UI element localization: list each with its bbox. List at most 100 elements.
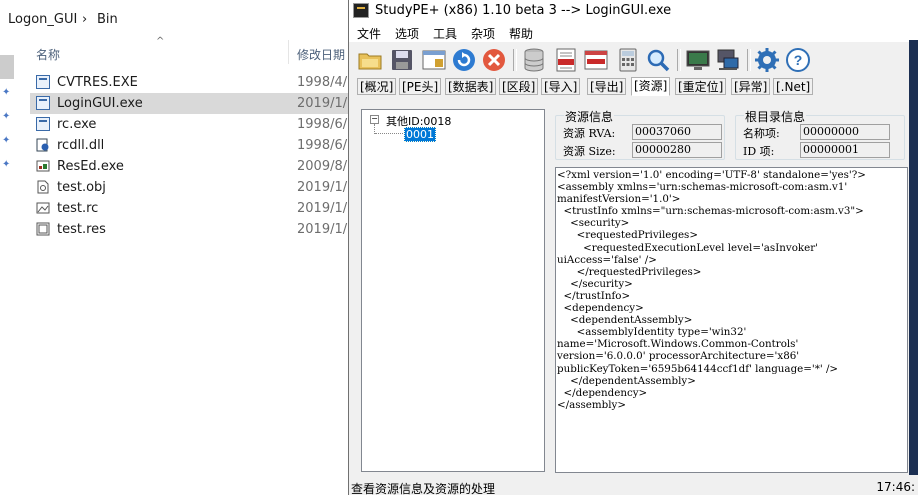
refresh-icon[interactable] (451, 47, 477, 73)
tab-overview[interactable]: [概况] (357, 78, 397, 95)
resource-rva-field[interactable]: 00037060 (632, 124, 722, 140)
breadcrumb-item-bin[interactable]: Bin (97, 12, 118, 27)
calculator-icon[interactable] (615, 47, 641, 73)
tab-pe-header[interactable]: [PE头] (399, 78, 442, 95)
search-icon[interactable] (645, 47, 671, 73)
menu-bar: 文件 选项 工具 杂项 帮助 (349, 22, 918, 42)
file-row-selected[interactable]: LoginGUI.exe 2019/1/1 (30, 93, 355, 114)
status-time: 17:46: (876, 480, 915, 494)
file-list-header: ^ 名称 修改日期 (0, 36, 350, 68)
menu-help[interactable]: 帮助 (509, 25, 533, 42)
svg-text:?: ? (794, 52, 803, 68)
nav-selected-item[interactable] (0, 55, 14, 79)
file-name: LoginGUI.exe (57, 96, 143, 111)
file-row[interactable]: test.rc 2019/1/1 (30, 198, 355, 219)
breadcrumb: Logon_GUI › Bin (0, 7, 350, 35)
resource-size-label: 资源 Size: (563, 145, 616, 158)
tab-relocations[interactable]: [重定位] (675, 78, 727, 95)
root-dir-info-label: 根目录信息 (744, 108, 807, 125)
resource-content-view[interactable]: <?xml version='1.0' encoding='UTF-8' sta… (555, 167, 908, 473)
column-header-modified[interactable]: 修改日期 (297, 46, 345, 63)
resource-rva-label: 资源 RVA: (563, 127, 616, 140)
toolbar-separator (513, 49, 517, 71)
column-header-name[interactable]: 名称 (36, 46, 60, 63)
tree-node-child-selected[interactable]: 0001 (404, 127, 436, 142)
resource-info-group: 资源信息 资源 RVA: 00037060 资源 Size: 00000280 (555, 108, 725, 160)
pin-icon[interactable]: ✦ (2, 159, 10, 170)
pin-icon[interactable]: ✦ (2, 111, 10, 122)
file-date: 2009/8/2 (297, 159, 356, 174)
menu-options[interactable]: 选项 (395, 25, 419, 42)
file-date: 2019/1/1 (297, 180, 356, 195)
manifest-xml-text[interactable]: <?xml version='1.0' encoding='UTF-8' sta… (556, 168, 907, 412)
tab-bar: [概况] [PE头] [数据表] [区段] [导入] [导出] [资源] [重定… (349, 77, 918, 97)
asm-icon[interactable] (553, 47, 579, 73)
studype-window: StudyPE+ (x86) 1.10 beta 3 --> LoginGUI.… (348, 0, 918, 496)
status-text: 查看资源信息及资源的处理 (351, 482, 496, 496)
tab-data-tables[interactable]: [数据表] (445, 78, 497, 95)
tab-dotnet[interactable]: [.Net] (773, 78, 814, 95)
monitor-icon[interactable] (685, 47, 711, 73)
tab-exceptions[interactable]: [异常] (731, 78, 771, 95)
name-entries-label: 名称项: (743, 127, 780, 140)
toolbar-separator (677, 49, 681, 71)
file-name: rcdll.dll (57, 138, 105, 153)
tab-imports[interactable]: [导入] (541, 78, 581, 95)
pin-icon[interactable]: ✦ (2, 135, 10, 146)
file-date: 1998/6/2 (297, 138, 356, 153)
file-row[interactable]: rc.exe 1998/6/2 (30, 114, 355, 135)
file-date: 1998/4/3 (297, 75, 356, 90)
breadcrumb-item-logon-gui[interactable]: Logon_GUI (8, 12, 77, 27)
file-date: 2019/1/1 (297, 222, 356, 237)
resource-size-field[interactable]: 00000280 (632, 142, 722, 158)
window-title: StudyPE+ (x86) 1.10 beta 3 --> LoginGUI.… (375, 3, 672, 18)
resource-info-label: 资源信息 (564, 108, 615, 125)
open-folder-icon[interactable] (357, 47, 383, 73)
file-row[interactable]: test.obj 2019/1/1 (30, 177, 355, 198)
database-icon[interactable] (521, 47, 547, 73)
file-name: CVTRES.EXE (57, 75, 138, 90)
network-icon[interactable] (715, 47, 741, 73)
file-explorer-window: Logon_GUI › Bin ^ 名称 修改日期 ✦ ✦ ✦ ✦ CVTRES… (0, 0, 355, 495)
gear-icon[interactable] (754, 47, 780, 73)
id-entries-label: ID 项: (743, 145, 775, 158)
menu-file[interactable]: 文件 (357, 25, 381, 42)
name-entries-field[interactable]: 00000000 (800, 124, 890, 140)
column-divider[interactable] (288, 40, 289, 64)
close-red-icon[interactable] (481, 47, 507, 73)
exe-icon (36, 117, 50, 131)
file-row[interactable]: ResEd.exe 2009/8/2 (30, 156, 355, 177)
title-bar[interactable]: StudyPE+ (x86) 1.10 beta 3 --> LoginGUI.… (349, 0, 918, 22)
file-name: ResEd.exe (57, 159, 124, 174)
file-date: 2019/1/1 (297, 96, 356, 111)
menu-tools[interactable]: 工具 (433, 25, 457, 42)
asm-window-icon[interactable] (583, 47, 609, 73)
tree-line (375, 133, 403, 134)
sort-ascending-icon: ^ (156, 36, 165, 47)
window-icon[interactable] (421, 47, 447, 73)
tab-resources[interactable]: [资源] (631, 77, 671, 96)
file-row[interactable]: rcdll.dll 1998/6/2 (30, 135, 355, 156)
file-row[interactable]: test.res 2019/1/1 (30, 219, 355, 240)
toolbar: ? (349, 43, 918, 76)
file-name: test.rc (57, 201, 99, 216)
resource-tree[interactable]: − 其他ID:0018 0001 (361, 109, 545, 472)
tab-exports[interactable]: [导出] (587, 78, 627, 95)
tab-sections[interactable]: [区段] (499, 78, 539, 95)
res-file-icon (36, 222, 50, 236)
exe-icon (36, 75, 50, 89)
file-name: test.res (57, 222, 106, 237)
file-name: rc.exe (57, 117, 97, 132)
pin-icon[interactable]: ✦ (2, 87, 10, 98)
toolbar-separator (747, 49, 751, 71)
status-bar: 查看资源信息及资源的处理 17:46: (349, 478, 918, 496)
app-icon[interactable] (353, 3, 369, 18)
help-icon[interactable]: ? (785, 47, 811, 73)
obj-file-icon (37, 180, 49, 194)
id-entries-field[interactable]: 00000001 (800, 142, 890, 158)
file-row[interactable]: CVTRES.EXE 1998/4/3 (30, 72, 355, 93)
menu-misc[interactable]: 杂项 (471, 25, 495, 42)
save-icon[interactable] (389, 47, 415, 73)
file-name: test.obj (57, 180, 106, 195)
image-file-icon (36, 202, 50, 214)
